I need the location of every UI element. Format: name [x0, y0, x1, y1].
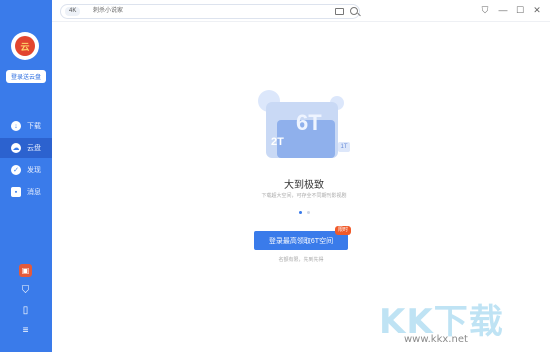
- search-tag: 4K: [65, 7, 81, 16]
- top-bar: 4K 刺杀小说家 ⛉ — ☐ ✕: [52, 0, 550, 22]
- shirt-icon[interactable]: ⛉: [19, 284, 32, 297]
- search-icon[interactable]: [350, 7, 358, 15]
- skin-icon[interactable]: ⛉: [480, 5, 490, 15]
- sidebar-item-label: 发现: [27, 167, 41, 174]
- avatar[interactable]: 云: [11, 32, 39, 60]
- sidebar-item-label: 消息: [27, 189, 41, 196]
- watermark-url: www.kkx.net: [404, 334, 468, 345]
- carousel-dots: [292, 209, 316, 215]
- promo-subtitle: 下载超大空间，可存全不同期刊影视剧: [261, 193, 347, 199]
- close-button[interactable]: ✕: [532, 5, 542, 15]
- storage-illustration: 6T 2T 1T: [252, 90, 356, 164]
- discover-icon: ✓: [11, 165, 21, 175]
- folder-icon[interactable]: [335, 8, 344, 15]
- message-icon: ▪: [11, 187, 21, 197]
- minimize-button[interactable]: —: [498, 5, 508, 15]
- carousel-dot[interactable]: [306, 210, 310, 214]
- download-icon: ↓: [11, 121, 21, 131]
- login-button[interactable]: 登录送云盘: [6, 70, 46, 83]
- cloud-icon: ☁: [11, 143, 21, 153]
- tablet-icon[interactable]: ▯: [19, 304, 32, 317]
- sidebar: 云 登录送云盘 ↓ 下载 ☁ 云盘 ✓ 发现 ▪ 消息 ▣ ⛉ ▯ ≡: [0, 0, 52, 352]
- sidebar-item-discover[interactable]: ✓ 发现: [0, 160, 52, 180]
- promo-note: 名额有限，先到先得: [278, 257, 324, 263]
- promo-title: 大到极致: [284, 180, 324, 191]
- sidebar-item-messages[interactable]: ▪ 消息: [0, 182, 52, 202]
- illustration-big-label: 6T: [296, 110, 322, 135]
- sidebar-item-download[interactable]: ↓ 下载: [0, 116, 52, 136]
- app-window: 云 登录送云盘 ↓ 下载 ☁ 云盘 ✓ 发现 ▪ 消息 ▣ ⛉ ▯ ≡ 4K 刺…: [0, 0, 550, 352]
- menu-icon[interactable]: ≡: [19, 324, 32, 337]
- sidebar-item-label: 下载: [27, 123, 41, 130]
- gift-icon[interactable]: ▣: [19, 264, 32, 277]
- illustration-small-label: 2T: [271, 136, 284, 148]
- search-input[interactable]: 4K 刺杀小说家: [60, 4, 360, 19]
- sidebar-item-cloud[interactable]: ☁ 云盘: [0, 138, 52, 158]
- carousel-dot-active[interactable]: [298, 210, 302, 214]
- avatar-image: 云: [15, 36, 35, 56]
- maximize-button[interactable]: ☐: [515, 5, 525, 15]
- sidebar-item-label: 云盘: [27, 145, 41, 152]
- illustration-mini-label: 1T: [338, 142, 350, 152]
- claim-space-button[interactable]: 登录最高领取6T空间: [254, 231, 348, 250]
- limited-time-badge: 限时: [335, 226, 352, 235]
- search-text: 刺杀小说家: [93, 8, 124, 14]
